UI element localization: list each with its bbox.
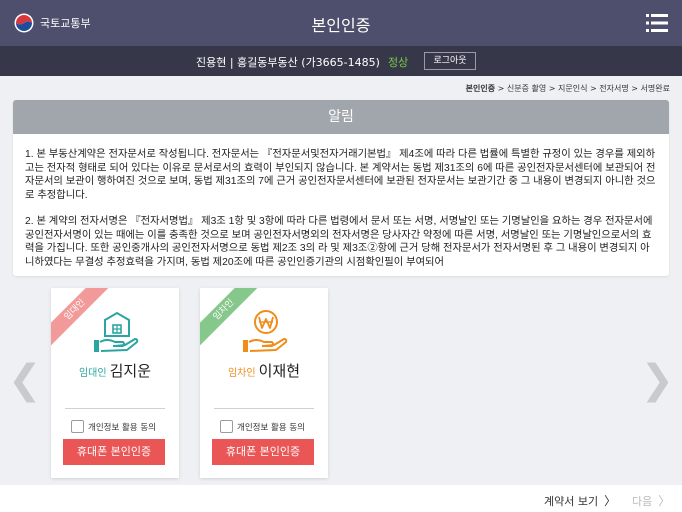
notice-panel[interactable]: 알림 1. 본 부동산계약은 전자문서로 작성됩니다. 전자문서는 『전자문서및… bbox=[13, 100, 669, 276]
breadcrumb-step: 지문인식 bbox=[558, 84, 588, 93]
notice-paragraph: 1. 본 부동산계약은 전자문서로 작성됩니다. 전자문서는 『전자문서및전자거… bbox=[25, 149, 656, 201]
landlord-card: 임대인 임대인 김지운 개인정보 활용 동의 휴대폰 본인인증 bbox=[51, 288, 179, 478]
chevron-right-icon[interactable]: ❯ bbox=[640, 360, 674, 400]
notice-title: 알림 bbox=[13, 100, 669, 134]
person-name-row: 임대인 김지운 bbox=[51, 360, 179, 381]
chevron-right-icon: 〉 bbox=[604, 494, 617, 508]
hamburger-menu-icon[interactable] bbox=[646, 13, 668, 33]
person-name-row: 임차인 이재현 bbox=[200, 360, 328, 381]
consent-label: 개인정보 활용 동의 bbox=[237, 422, 305, 433]
divider bbox=[65, 408, 165, 409]
breadcrumb-step: 전자서명 bbox=[599, 84, 629, 93]
next-label: 다음 bbox=[632, 495, 653, 508]
breadcrumb: 본인인증 > 신분증 촬영 > 지문인식 > 전자서명 > 서명완료 bbox=[466, 83, 670, 94]
role-label: 임대인 bbox=[78, 368, 107, 379]
divider bbox=[214, 408, 314, 409]
role-label: 임차인 bbox=[227, 368, 256, 379]
breadcrumb-step: 신분증 촬영 bbox=[506, 84, 547, 93]
person-name: 김지운 bbox=[109, 362, 151, 380]
chevron-right-icon: 〉 bbox=[658, 494, 671, 508]
notice-body: 1. 본 부동산계약은 전자문서로 작성됩니다. 전자문서는 『전자문서및전자거… bbox=[13, 134, 669, 269]
checkbox[interactable] bbox=[220, 420, 233, 433]
person-name: 이재현 bbox=[258, 362, 300, 380]
breadcrumb-separator: > bbox=[590, 84, 597, 93]
consent-checkbox[interactable]: 개인정보 활용 동의 bbox=[71, 416, 171, 433]
breadcrumb-separator: > bbox=[497, 84, 505, 93]
consent-checkbox[interactable]: 개인정보 활용 동의 bbox=[220, 416, 320, 433]
chevron-left-icon[interactable]: ❮ bbox=[8, 360, 42, 400]
view-contract-link[interactable]: 계약서 보기 〉 bbox=[544, 492, 616, 509]
breadcrumb-separator: > bbox=[548, 84, 556, 93]
tenant-card: 임차인 임차인 이재현 개인정보 활용 동의 휴대폰 본인인증 bbox=[200, 288, 328, 478]
checkbox[interactable] bbox=[71, 420, 84, 433]
user-info: 진용현 | 홍길동부동산 (가3665-1485) bbox=[196, 56, 380, 69]
next-link[interactable]: 다음 〉 bbox=[632, 492, 670, 509]
consent-label: 개인정보 활용 동의 bbox=[88, 422, 156, 433]
breadcrumb-step: 서명완료 bbox=[640, 84, 670, 93]
app-header: 국토교통부 본인인증 bbox=[0, 0, 682, 46]
phone-verify-button[interactable]: 휴대폰 본인인증 bbox=[63, 439, 165, 465]
status-badge: 정상 bbox=[388, 56, 409, 69]
won-coin-hand-icon bbox=[243, 310, 288, 352]
page-title: 본인인증 bbox=[311, 16, 371, 35]
breadcrumb-current: 본인인증 bbox=[465, 84, 496, 93]
house-hand-icon bbox=[94, 311, 139, 352]
user-bar: 진용현 | 홍길동부동산 (가3665-1485) 정상 bbox=[0, 46, 682, 76]
phone-verify-button[interactable]: 휴대폰 본인인증 bbox=[212, 439, 314, 465]
view-contract-label: 계약서 보기 bbox=[544, 495, 599, 508]
breadcrumb-separator: > bbox=[631, 84, 638, 93]
notice-paragraph: 2. 본 계약의 전자서명은 『전자서명법』 제3조 1항 및 3항에 따라 다… bbox=[25, 216, 653, 268]
logout-button[interactable]: 로그아웃 bbox=[424, 52, 476, 70]
